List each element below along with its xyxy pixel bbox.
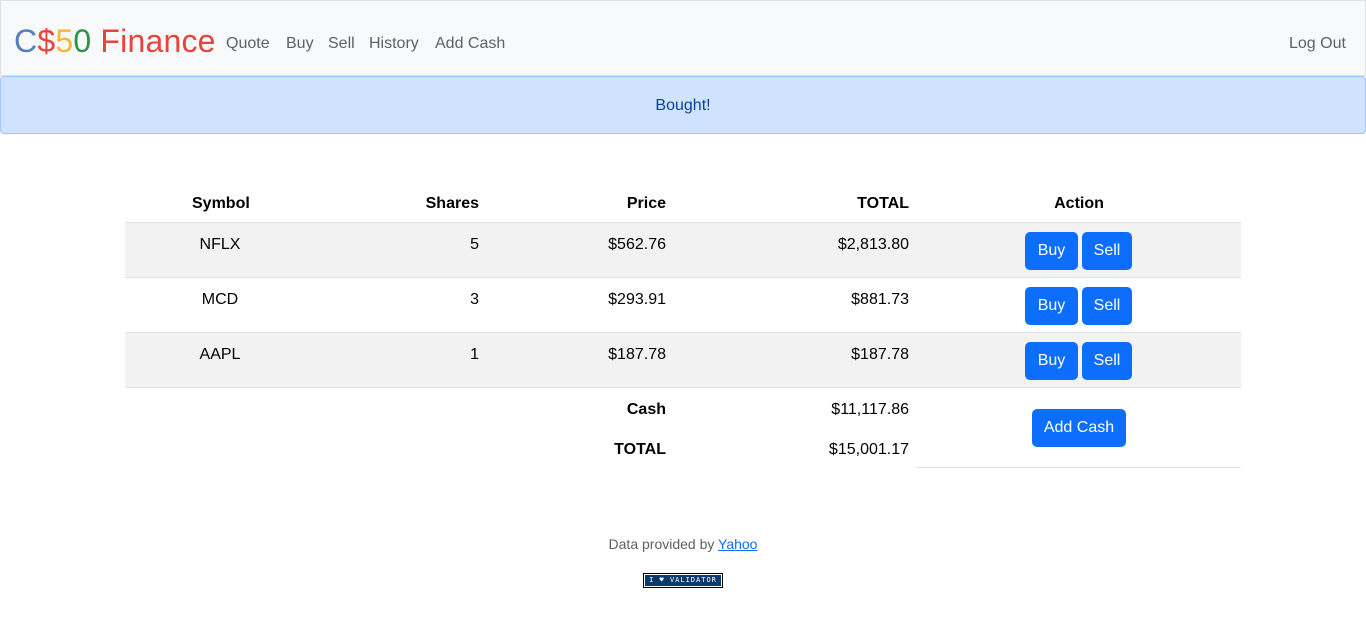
buy-button[interactable]: Buy — [1025, 342, 1078, 380]
cell-symbol: MCD — [201, 291, 239, 308]
header-symbol: Symbol — [192, 195, 250, 212]
cell-total: $2,813.80 — [837, 236, 909, 253]
yahoo-link[interactable]: Yahoo — [718, 536, 757, 552]
action-divider — [917, 467, 1241, 468]
grand-total-label: TOTAL — [614, 441, 666, 458]
header-action: Action — [1054, 195, 1104, 212]
header-shares: Shares — [425, 195, 479, 212]
cell-price: $187.78 — [608, 346, 666, 363]
cash-value: $11,117.86 — [831, 401, 909, 418]
header-total: TOTAL — [857, 195, 909, 212]
cell-shares: 3 — [470, 291, 479, 308]
row-divider — [125, 387, 1241, 388]
cash-label: Cash — [626, 401, 666, 418]
nav-add-cash-link[interactable]: Add Cash — [435, 33, 505, 55]
flash-alert: Bought! — [0, 76, 1366, 134]
cell-total: $187.78 — [851, 346, 909, 363]
brand-logo[interactable]: C$50 Finance — [14, 21, 216, 61]
cell-total: $881.73 — [851, 291, 909, 308]
cell-price: $562.76 — [608, 236, 666, 253]
footer-prefix: Data provided by — [608, 536, 719, 552]
cell-shares: 5 — [470, 236, 479, 253]
cell-symbol: NFLX — [199, 236, 241, 253]
buy-button[interactable]: Buy — [1025, 287, 1078, 325]
grand-total-value: $15,001.17 — [828, 441, 909, 458]
sell-button[interactable]: Sell — [1082, 232, 1132, 270]
nav-sell-link[interactable]: Sell — [328, 33, 355, 55]
footer-attribution: Data provided by Yahoo — [0, 535, 1366, 553]
cell-price: $293.91 — [608, 291, 666, 308]
buy-button[interactable]: Buy — [1025, 232, 1078, 270]
sell-button[interactable]: Sell — [1082, 287, 1132, 325]
add-cash-button[interactable]: Add Cash — [1032, 409, 1126, 447]
nav-buy-link[interactable]: Buy — [286, 33, 314, 55]
navbar: C$50 Finance Quote Buy Sell History Add … — [0, 0, 1366, 76]
nav-quote-link[interactable]: Quote — [226, 33, 270, 55]
brand-dollar: $ — [37, 23, 56, 59]
cell-symbol: AAPL — [199, 346, 241, 363]
brand-finance: Finance — [91, 23, 216, 59]
brand-five: 5 — [55, 23, 74, 59]
validator-badge[interactable]: I ♥ VALIDATOR — [643, 573, 723, 588]
cell-shares: 1 — [470, 346, 479, 363]
header-price: Price — [626, 195, 666, 212]
brand-zero: 0 — [73, 23, 92, 59]
sell-button[interactable]: Sell — [1082, 342, 1132, 380]
nav-history-link[interactable]: History — [369, 33, 419, 55]
nav-logout-link[interactable]: Log Out — [1289, 33, 1346, 55]
brand-letter-c: C — [14, 23, 38, 59]
